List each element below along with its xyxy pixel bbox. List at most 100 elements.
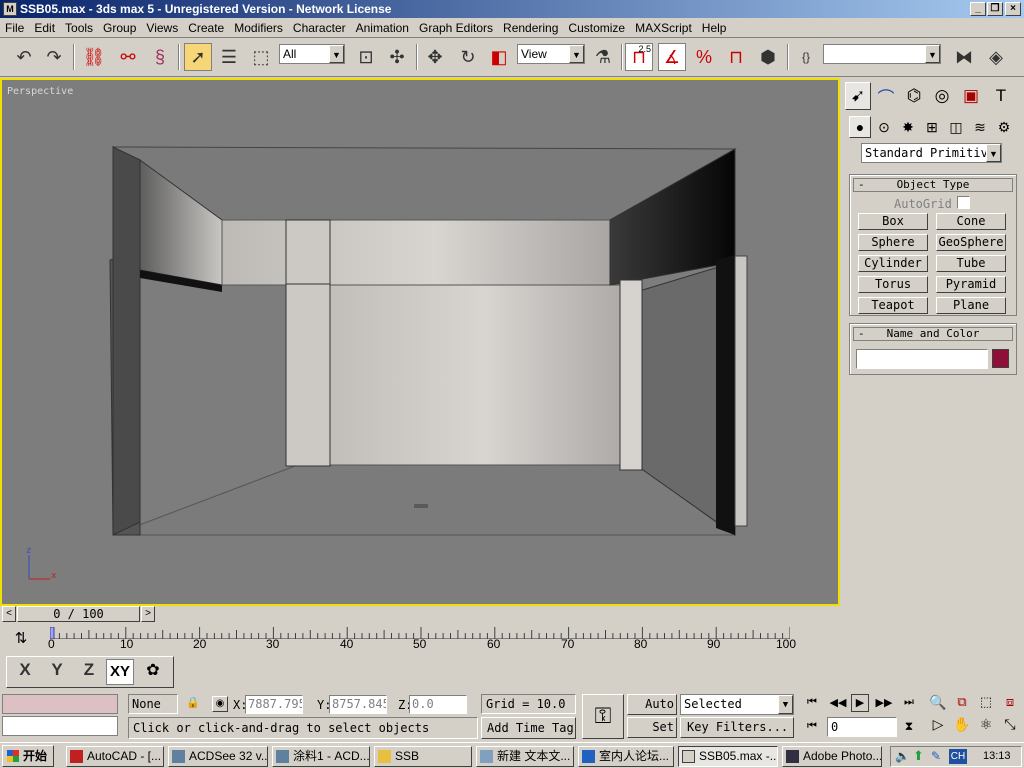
cameras-icon[interactable]: ⊞: [921, 116, 943, 138]
constraint-xy-button[interactable]: XY: [106, 659, 134, 685]
tab-create[interactable]: ➹: [845, 82, 871, 110]
object-type-header[interactable]: - Object Type: [853, 178, 1013, 192]
window-crossing-icon[interactable]: ⊡: [352, 43, 380, 71]
absolute-mode-icon[interactable]: ◉: [212, 696, 228, 712]
link-icon[interactable]: ⛓: [80, 43, 108, 71]
torus-button[interactable]: Torus: [858, 276, 928, 293]
tab-motion[interactable]: ◎: [929, 82, 955, 110]
zoom-extents-icon[interactable]: ⬚: [976, 694, 996, 714]
lock-icon[interactable]: 🔒: [186, 696, 200, 712]
close-button[interactable]: ×: [1005, 2, 1021, 16]
geometry-icon[interactable]: ●: [849, 116, 871, 138]
key-mode-dropdown[interactable]: Selected ▼: [680, 694, 794, 715]
current-frame-field[interactable]: 0: [827, 717, 897, 737]
edit-named-sel-icon[interactable]: {}: [792, 43, 820, 71]
lights-icon[interactable]: ✸: [897, 116, 919, 138]
zoom-all-icon[interactable]: ⧉: [952, 694, 972, 714]
prev-frame-arrow[interactable]: <: [2, 606, 16, 622]
perspective-viewport[interactable]: Perspective z x: [0, 78, 840, 606]
menu-character[interactable]: Character: [288, 18, 351, 38]
rect-region-icon[interactable]: ⬚: [247, 43, 275, 71]
menu-edit[interactable]: Edit: [29, 18, 60, 38]
menu-file[interactable]: File: [0, 18, 29, 38]
bind-spacewarp-icon[interactable]: §: [146, 43, 174, 71]
task-acdsee[interactable]: ACDSee 32 v...: [168, 746, 268, 767]
object-color-swatch[interactable]: [992, 349, 1009, 368]
add-time-tag-button[interactable]: Add Time Tag: [481, 717, 576, 739]
app-icon[interactable]: M: [3, 2, 17, 16]
restore-button[interactable]: ❐: [987, 2, 1003, 16]
key-mode-toggle-icon[interactable]: ⏮: [803, 720, 821, 736]
maximize-viewport-icon[interactable]: ⤡: [1000, 716, 1020, 736]
select-by-name-icon[interactable]: ☰: [215, 43, 243, 71]
menu-group[interactable]: Group: [98, 18, 141, 38]
previous-frame-icon[interactable]: ◀◀: [829, 696, 847, 712]
tab-utilities[interactable]: T: [988, 82, 1014, 110]
pan-icon[interactable]: ✋: [952, 716, 972, 736]
redo-icon[interactable]: ↷: [40, 43, 68, 71]
clock[interactable]: 13:13: [983, 750, 1011, 762]
use-pivot-icon[interactable]: ✣: [383, 43, 411, 71]
x-coord-field[interactable]: 7887.795: [245, 695, 303, 714]
task-notepad[interactable]: 新建 文本文...: [476, 746, 574, 767]
maxscript-listener-pink[interactable]: [2, 694, 118, 714]
minimize-button[interactable]: _: [970, 2, 986, 16]
volume-icon[interactable]: 🔈: [895, 749, 910, 763]
mirror-icon[interactable]: ⧓: [950, 43, 978, 71]
maxscript-listener-white[interactable]: [2, 716, 118, 736]
arc-rotate-icon[interactable]: ⚛: [976, 716, 996, 736]
set-key-icon[interactable]: ⚿: [582, 694, 624, 739]
named-selection-dropdown[interactable]: ▼: [823, 44, 941, 64]
time-slider-thumb[interactable]: 0 / 100: [17, 606, 140, 622]
scale-icon[interactable]: ◧: [485, 43, 513, 71]
constraint-x-button[interactable]: X: [12, 660, 38, 684]
menu-views[interactable]: Views: [141, 18, 183, 38]
snap-icon[interactable]: ⊓ 2.5: [625, 43, 653, 71]
autogrid-checkbox[interactable]: [957, 196, 970, 209]
go-to-start-icon[interactable]: ⏮: [803, 696, 821, 712]
sphere-button[interactable]: Sphere: [858, 234, 928, 251]
task-photoshop[interactable]: Adobe Photo...: [782, 746, 882, 767]
plane-button[interactable]: Plane: [936, 297, 1006, 314]
key-filters-button[interactable]: Key Filters...: [680, 717, 794, 738]
go-to-end-icon[interactable]: ⏭: [899, 696, 919, 712]
box-button[interactable]: Box: [858, 213, 928, 230]
cylinder-button[interactable]: Cylinder: [858, 255, 928, 272]
menu-rendering[interactable]: Rendering: [498, 18, 563, 38]
menu-help[interactable]: Help: [697, 18, 732, 38]
next-frame-arrow[interactable]: >: [141, 606, 155, 622]
tube-button[interactable]: Tube: [936, 255, 1006, 272]
time-config-icon[interactable]: ⧗: [900, 719, 918, 737]
helpers-icon[interactable]: ◫: [945, 116, 967, 138]
next-frame-icon[interactable]: ▶▶: [875, 696, 893, 712]
set-key-button[interactable]: Set Key: [627, 717, 677, 738]
teapot-button[interactable]: Teapot: [858, 297, 928, 314]
selection-filter-dropdown[interactable]: All ▼: [279, 44, 345, 64]
constraint-z-button[interactable]: Z: [76, 660, 102, 684]
task-3dsmax[interactable]: SSB05.max -...: [678, 746, 778, 767]
tray-icon[interactable]: ✎: [931, 749, 941, 763]
task-autocad[interactable]: AutoCAD - [...: [66, 746, 164, 767]
task-forum[interactable]: 室内人论坛...: [578, 746, 674, 767]
angle-snap-icon[interactable]: ∡: [658, 43, 686, 71]
field-of-view-icon[interactable]: ▷: [928, 716, 948, 736]
menu-animation[interactable]: Animation: [351, 18, 414, 38]
name-color-header[interactable]: - Name and Color: [853, 327, 1013, 341]
mini-curve-editor-icon[interactable]: ⇅: [10, 629, 32, 649]
zoom-extents-all-icon[interactable]: ⧈: [1000, 694, 1020, 714]
pyramid-button[interactable]: Pyramid: [936, 276, 1006, 293]
z-coord-field[interactable]: 0.0: [409, 695, 467, 714]
reference-coord-dropdown[interactable]: View ▼: [517, 44, 585, 64]
menu-customize[interactable]: Customize: [563, 18, 630, 38]
zoom-icon[interactable]: 🔍: [928, 694, 948, 714]
tab-hierarchy[interactable]: ⌬: [901, 82, 927, 110]
network-icon[interactable]: ⬆: [913, 748, 924, 764]
y-coord-field[interactable]: 8757.845: [329, 695, 387, 714]
menu-maxscript[interactable]: MAXScript: [630, 18, 697, 38]
cone-button[interactable]: Cone: [936, 213, 1006, 230]
axis-constraint-flyout-icon[interactable]: ✿: [140, 660, 166, 684]
constraint-y-button[interactable]: Y: [44, 660, 70, 684]
named-sel-sets-icon[interactable]: ⬢: [754, 43, 782, 71]
task-tuliao[interactable]: 涂料1 - ACD...: [272, 746, 370, 767]
shapes-icon[interactable]: ⊙: [873, 116, 895, 138]
